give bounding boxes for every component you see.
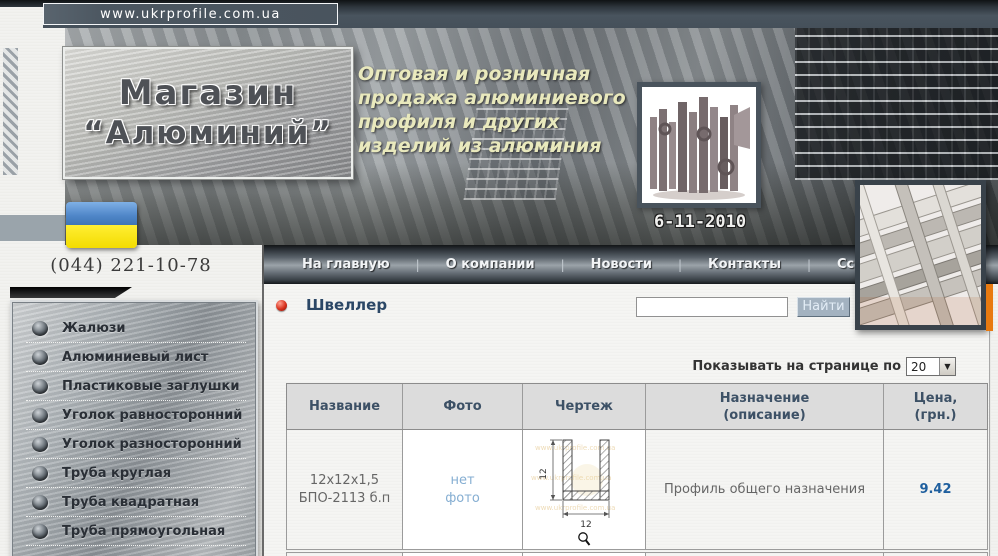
cell-drawing[interactable]: www.ukrprofile.com.ua www.ukrprofile.com… [523, 430, 646, 549]
col-header-drawing: Чертеж [523, 384, 646, 429]
nav-home[interactable]: На главную [302, 257, 390, 272]
tagline-line: продажа алюминиевого [358, 86, 658, 110]
nav-separator: | [416, 258, 420, 272]
table-row: 12х12х1,5 БПО-2113 б.п нет фото [286, 430, 988, 550]
bullet-icon [32, 321, 48, 336]
nav-separator: | [807, 258, 811, 272]
ukraine-flag-icon [66, 202, 137, 248]
orange-accent-bar [986, 284, 993, 331]
tagline-line: профиля и других [358, 110, 658, 134]
sidebar-item-label: Уголок разносторонний [62, 437, 242, 452]
site-url-box: www.ukrprofile.com.ua [43, 3, 338, 25]
header-date: 6-11-2010 [630, 212, 770, 232]
sidebar-item-truba-kruglaya[interactable]: Труба круглая [26, 459, 246, 488]
sidebar-item-zhalyuzi[interactable]: Жалюзи [26, 314, 246, 343]
page: www.ukrprofile.com.ua Магазин “Алюминий”… [0, 0, 998, 556]
sidebar-menu: Жалюзи Алюминиевый лист Пластиковые загл… [10, 300, 258, 556]
cell-photo: нет фото [403, 430, 523, 549]
nav-news[interactable]: Новости [591, 257, 652, 272]
gray-band-decoration [0, 215, 65, 241]
logo-line-2: “Алюминий” [83, 113, 333, 153]
nav-separator: | [678, 258, 682, 272]
no-photo-link[interactable]: нет фото [445, 472, 480, 508]
bullet-icon [32, 495, 48, 510]
col-header-price: Цена, (грн.) [884, 384, 987, 429]
left-column: (044) 221-10-78 Жалюзи Алюминиевый лист … [0, 245, 262, 556]
tagline-line: Оптовая и розничная [358, 62, 658, 86]
nav-separator: | [561, 258, 565, 272]
cell-name: 12х12х1,5 БПО-2113 б.п [287, 430, 403, 549]
sidebar-item-label: Уголок равносторонний [62, 408, 242, 423]
site-url: www.ukrprofile.com.ua [100, 7, 281, 22]
sidebar-item-label: Труба квадратная [62, 495, 199, 510]
svg-text:12: 12 [580, 520, 591, 530]
sidebar-item-label: Труба прямоугольная [62, 524, 225, 539]
cell-description: Профиль общего назначения [646, 430, 884, 549]
svg-text:www.ukrprofile.com.ua: www.ukrprofile.com.ua [535, 504, 615, 512]
nav-about[interactable]: О компании [446, 257, 535, 272]
sidebar-item-label: Жалюзи [62, 321, 126, 336]
magnifier-icon[interactable] [577, 531, 591, 547]
logo-line-1: Магазин [119, 73, 298, 113]
sidebar-item-ugolok-razno[interactable]: Уголок разносторонний [26, 430, 246, 459]
sidebar-top-tab [10, 287, 132, 298]
search-button[interactable]: Найти [797, 297, 850, 317]
bullet-icon [32, 408, 48, 423]
nav-contacts[interactable]: Контакты [708, 257, 781, 272]
per-page-label: Показывать на странице по [692, 359, 901, 374]
sidebar-item-label: Пластиковые заглушки [62, 379, 239, 394]
col-header-purpose: Назначение (описание) [646, 384, 884, 429]
bullet-icon [32, 350, 48, 365]
hatch-decoration [3, 48, 18, 175]
header-collage-tube-grid [795, 28, 998, 180]
red-bullet-icon [276, 300, 287, 311]
tagline-line: изделий из алюминия [358, 134, 658, 158]
header-tagline: Оптовая и розничная продажа алюминиевого… [358, 62, 658, 158]
aluminum-beams-image [860, 185, 981, 325]
col-header-photo: Фото [403, 384, 523, 429]
svg-text:12: 12 [539, 468, 549, 479]
col-header-name: Название [287, 384, 403, 429]
header-beams-photo [855, 180, 986, 330]
sidebar-item-truba-pryamougolnaya[interactable]: Труба прямоугольная [26, 517, 246, 546]
dropdown-arrow-icon[interactable]: ▼ [939, 358, 955, 375]
sidebar-item-zaglushki[interactable]: Пластиковые заглушки [26, 372, 246, 401]
per-page-value: 20 [907, 358, 939, 375]
per-page-select[interactable]: 20 ▼ [906, 357, 956, 376]
search-input[interactable] [636, 297, 788, 317]
header-product-image [637, 82, 761, 208]
products-table: Название Фото Чертеж Назначение (описани… [286, 383, 988, 556]
header-left-strip [0, 28, 65, 245]
page-title: Швеллер [306, 296, 387, 314]
table-row-partial [286, 552, 988, 556]
cell-price: 9.42 [884, 430, 987, 549]
bullet-icon [32, 466, 48, 481]
table-header: Название Фото Чертеж Назначение (описани… [286, 383, 988, 430]
bullet-icon [32, 524, 48, 539]
phone-number: (044) 221-10-78 [0, 255, 262, 276]
sidebar-item-label: Труба круглая [62, 466, 171, 481]
sidebar-item-list[interactable]: Алюминиевый лист [26, 343, 246, 372]
sidebar-item-ugolok-ravno[interactable]: Уголок равносторонний [26, 401, 246, 430]
topbar: www.ukrprofile.com.ua [0, 0, 998, 28]
logo-panel[interactable]: Магазин “Алюминий” [63, 47, 353, 179]
per-page-row: Показывать на странице по 20 ▼ [264, 356, 956, 376]
topbar-notch [0, 7, 43, 28]
channel-profile-drawing: www.ukrprofile.com.ua www.ukrprofile.com… [529, 434, 639, 530]
bullet-icon [32, 379, 48, 394]
aluminum-profiles-image [642, 87, 756, 203]
sidebar-item-truba-kvadratnaya[interactable]: Труба квадратная [26, 488, 246, 517]
bullet-icon [32, 437, 48, 452]
sidebar-item-label: Алюминиевый лист [62, 350, 208, 365]
